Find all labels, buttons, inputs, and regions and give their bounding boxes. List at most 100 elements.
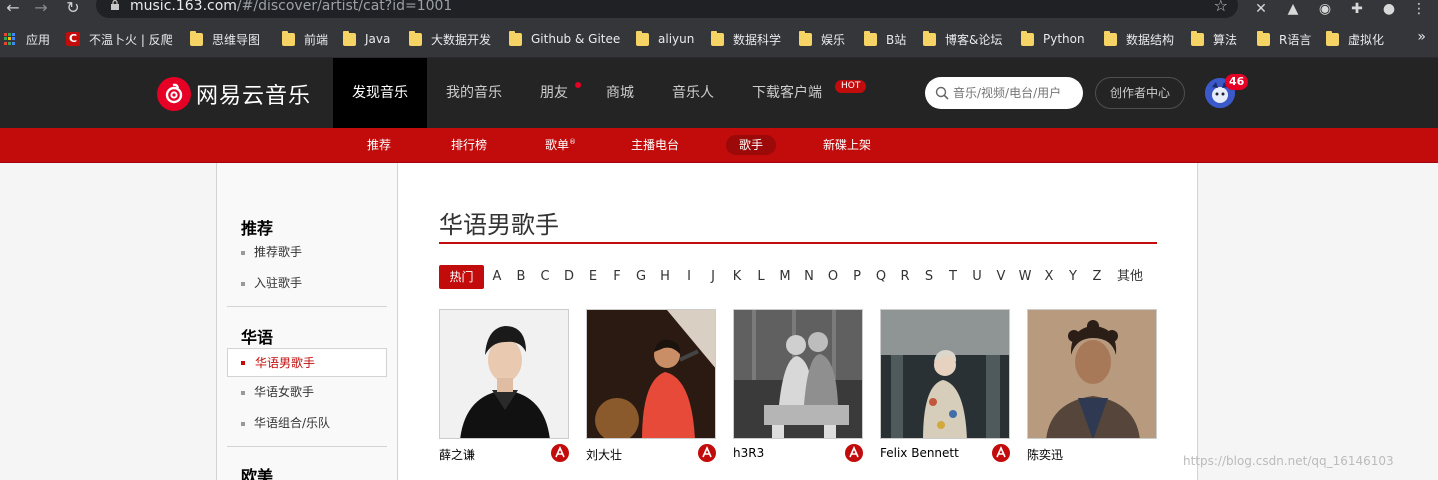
artist-cover[interactable] [439, 309, 569, 439]
bookmark-item[interactable]: 算法 [1191, 29, 1237, 49]
bookmark-item[interactable]: Java [343, 29, 390, 49]
bookmark-item[interactable]: R语言 [1257, 29, 1311, 49]
bookmark-item[interactable]: 娱乐 [799, 29, 845, 49]
nav-musician[interactable]: 音乐人 [662, 58, 724, 128]
letter-filter-item[interactable]: V [989, 265, 1013, 289]
back-icon[interactable]: ← [2, 0, 24, 18]
subnav-charts[interactable]: 排行榜 [438, 135, 500, 155]
sidebar-section-title: 欧美 [241, 467, 274, 480]
subnav-playlists[interactable]: 歌单® [532, 135, 589, 155]
letter-filter-item[interactable]: E [581, 265, 605, 289]
letter-filter-item[interactable]: 其他 [1113, 265, 1147, 289]
sidebar-section-title: 华语 [241, 328, 274, 347]
subnav-recommend[interactable]: 推荐 [354, 135, 404, 155]
letter-filter-item[interactable]: M [773, 265, 797, 289]
bookmark-item[interactable]: C 不温卜火 | 反爬 [66, 29, 173, 49]
forward-icon[interactable]: → [30, 0, 52, 18]
sidebar-item-chinese-band[interactable]: 华语组合/乐队 [227, 409, 387, 438]
letter-filter-item[interactable]: Y [1061, 265, 1085, 289]
bookmark-item[interactable]: aliyun [636, 29, 694, 49]
letter-filter-item[interactable]: T [941, 265, 965, 289]
artist-cover[interactable] [1027, 309, 1157, 439]
artist-card[interactable]: Felix Bennett [880, 309, 1010, 462]
subnav-artists[interactable]: 歌手 [726, 135, 777, 155]
letter-filter-item[interactable]: D [557, 265, 581, 289]
artist-cover[interactable] [733, 309, 863, 439]
sidebar-item-recommended-artists[interactable]: 推荐歌手 [227, 238, 387, 267]
bookmark-item[interactable]: 应用 [4, 29, 50, 49]
letter-filter-item[interactable]: A [485, 265, 509, 289]
bookmark-item[interactable]: 虚拟化 [1326, 29, 1384, 49]
nav-friends[interactable]: 朋友 [530, 58, 578, 128]
search-box[interactable] [925, 77, 1083, 109]
menu-kebab-icon[interactable]: ⋮ [1410, 0, 1428, 18]
message-count-badge[interactable]: 46 [1225, 74, 1249, 90]
sidebar-item-signed-artists[interactable]: 入驻歌手 [227, 269, 387, 298]
letter-filter-item[interactable]: K [725, 265, 749, 289]
letter-filter-item[interactable]: J [701, 265, 725, 289]
artist-card[interactable]: 陈奕迅 [1027, 309, 1157, 462]
letter-filter-item[interactable]: X [1037, 265, 1061, 289]
letter-filter-item[interactable]: O [821, 265, 845, 289]
search-input[interactable] [953, 84, 1077, 102]
nav-discover[interactable]: 发现音乐 [333, 58, 427, 128]
extension-circle-icon[interactable]: ◉ [1316, 0, 1334, 18]
artist-card[interactable]: 刘大壮 [586, 309, 716, 462]
extensions-puzzle-icon[interactable]: ✚ [1348, 0, 1366, 18]
subnav-radio[interactable]: 主播电台 [618, 135, 692, 155]
letter-filter-item[interactable]: Z [1085, 265, 1109, 289]
artist-home-icon[interactable] [698, 444, 716, 462]
nav-store[interactable]: 商城 [598, 58, 642, 128]
site-logo[interactable]: 网易云音乐 [157, 77, 311, 111]
letter-filter-hot[interactable]: 热门 [439, 265, 484, 289]
letter-filter-item[interactable]: G [629, 265, 653, 289]
letter-filter-item[interactable]: C [533, 265, 557, 289]
artist-home-icon[interactable] [845, 444, 863, 462]
letter-filter-item[interactable]: I [677, 265, 701, 289]
address-bar[interactable]: music.163.com/#/discover/artist/cat?id=1… [96, 0, 1238, 18]
bookmark-item[interactable]: 数据科学 [711, 29, 781, 49]
letter-filter-item[interactable]: N [797, 265, 821, 289]
letter-filter-item[interactable]: R [893, 265, 917, 289]
bookmark-item[interactable]: Github & Gitee [509, 29, 620, 49]
artist-name[interactable]: h3R3 [733, 446, 764, 460]
extension-triangle-icon[interactable]: ▲ [1284, 0, 1302, 18]
bookmark-item[interactable]: 前端 [282, 29, 328, 49]
artist-card[interactable]: 薛之谦 [439, 309, 569, 462]
artist-cover[interactable] [880, 309, 1010, 439]
bookmark-item[interactable]: 数据结构 [1104, 29, 1174, 49]
artist-name[interactable]: 陈奕迅 [1027, 446, 1063, 463]
letter-filter-item[interactable]: H [653, 265, 677, 289]
subnav-new-albums[interactable]: 新碟上架 [810, 135, 884, 155]
artist-home-icon[interactable] [551, 444, 569, 462]
artist-name[interactable]: 刘大壮 [586, 446, 622, 463]
extension-x-icon[interactable]: ✕ [1252, 0, 1270, 18]
bookmark-item[interactable]: 思维导图 [190, 29, 260, 49]
letter-filter-item[interactable]: B [509, 265, 533, 289]
bookmark-item[interactable]: B站 [864, 29, 906, 49]
nav-download[interactable]: 下载客户端 [744, 58, 830, 128]
sidebar-item-chinese-male[interactable]: 华语男歌手 [227, 348, 387, 377]
letter-filter-item[interactable]: P [845, 265, 869, 289]
artist-cover[interactable] [586, 309, 716, 439]
artist-name[interactable]: Felix Bennett [880, 446, 959, 460]
artist-card[interactable]: h3R3 [733, 309, 863, 462]
bookmark-item[interactable]: Python [1021, 29, 1085, 49]
letter-filter-item[interactable]: F [605, 265, 629, 289]
sidebar-item-chinese-female[interactable]: 华语女歌手 [227, 378, 387, 407]
letter-filter-item[interactable]: S [917, 265, 941, 289]
letter-filter-item[interactable]: Q [869, 265, 893, 289]
letter-filter-item[interactable]: W [1013, 265, 1037, 289]
bookmark-item[interactable]: 博客&论坛 [923, 29, 1002, 49]
bookmark-item[interactable]: 大数据开发 [409, 29, 491, 49]
bookmarks-overflow-chevron-icon[interactable]: » [1417, 29, 1426, 45]
bookmark-star-icon[interactable]: ☆ [1214, 0, 1228, 15]
creator-center-button[interactable]: 创作者中心 [1095, 77, 1185, 109]
profile-icon[interactable]: ● [1380, 0, 1398, 18]
reload-icon[interactable]: ↻ [62, 0, 84, 18]
artist-home-icon[interactable] [992, 444, 1010, 462]
letter-filter-item[interactable]: L [749, 265, 773, 289]
letter-filter-item[interactable]: U [965, 265, 989, 289]
nav-my-music[interactable]: 我的音乐 [436, 58, 512, 128]
artist-name[interactable]: 薛之谦 [439, 446, 475, 463]
